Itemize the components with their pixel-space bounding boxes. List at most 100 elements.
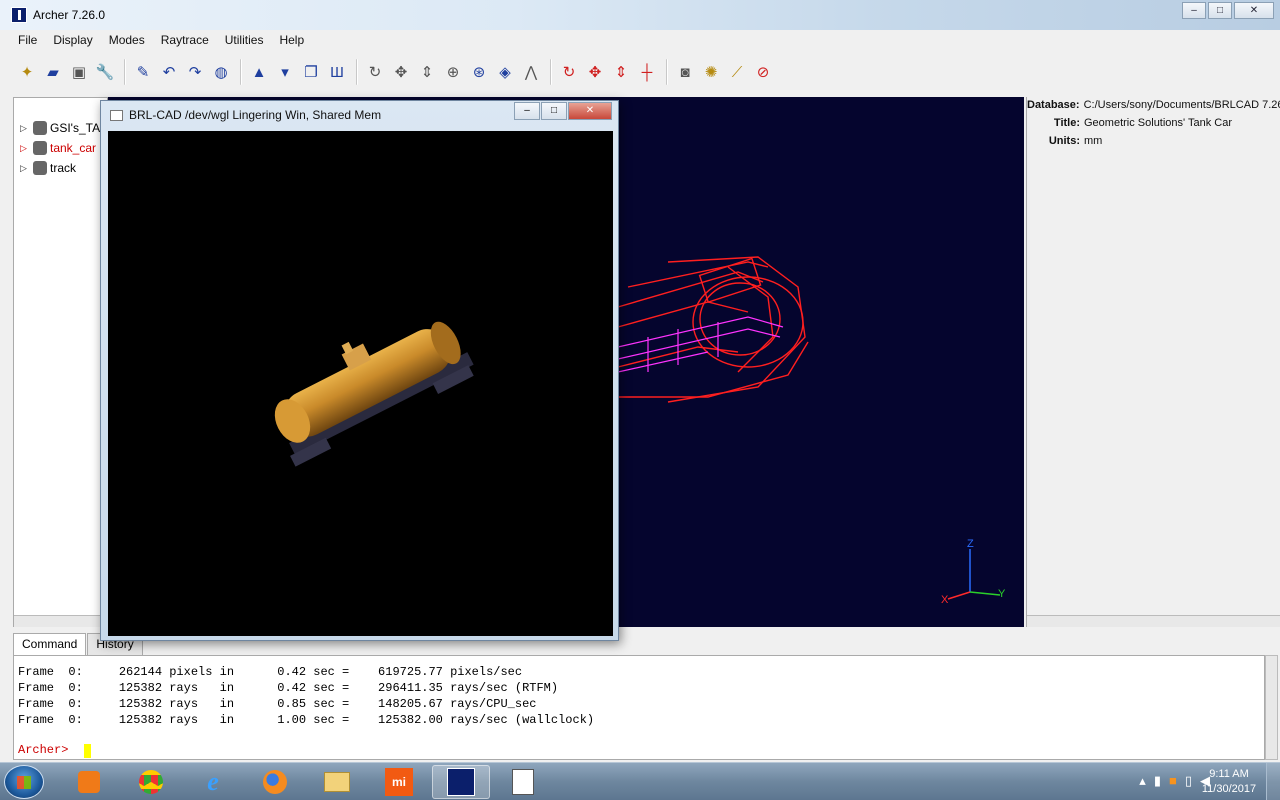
menu-utilities[interactable]: Utilities: [217, 33, 272, 47]
taskbar-clock[interactable]: 9:11 AM 11/30/2017: [1198, 767, 1260, 797]
red-scale-icon[interactable]: ⇕: [609, 60, 633, 84]
compass-icon[interactable]: ⋀: [519, 60, 543, 84]
minimize-button[interactable]: –: [1182, 2, 1206, 19]
console-line: Frame 0: 125382 rays in 0.85 sec = 14820…: [18, 697, 537, 711]
command-console[interactable]: Frame 0: 262144 pixels in 0.42 sec = 619…: [13, 655, 1265, 760]
tree-item-label: track: [50, 161, 77, 175]
window-title: Archer 7.26.0: [33, 8, 106, 22]
clock-date: 11/30/2017: [1201, 783, 1257, 795]
show-desktop-button[interactable]: [1266, 763, 1280, 800]
start-button[interactable]: [4, 765, 44, 799]
tree-horizontal-scrollbar[interactable]: [14, 615, 109, 627]
edit-pencil-icon[interactable]: ✎: [131, 60, 155, 84]
broom-icon[interactable]: ⟋: [725, 60, 749, 84]
save-icon[interactable]: ▣: [67, 60, 91, 84]
toolbar: ✦ ▰ ▣ 🔧 ✎ ↶ ↷ ◍ ▲ ▾ ❐ Ш ↻ ✥ ⇕ ⊕ ⊛ ◈ ⋀ ↻ …: [10, 54, 1280, 90]
cube-icon[interactable]: ◈: [493, 60, 517, 84]
file-explorer-icon[interactable]: [308, 765, 366, 799]
console-vertical-scrollbar[interactable]: [1265, 655, 1278, 760]
clock-time: 9:11 AM: [1209, 768, 1249, 780]
globe-grid-icon[interactable]: ⊛: [467, 60, 491, 84]
no-entry-icon[interactable]: ⊘: [751, 60, 775, 84]
layers-icon[interactable]: ❐: [299, 60, 323, 84]
open-folder-icon[interactable]: ▰: [41, 60, 65, 84]
prop-title-label: Title:: [1053, 117, 1080, 129]
archer-app-icon: [11, 7, 27, 23]
tree-item-tank-car[interactable]: ▷ tank_car: [20, 139, 96, 157]
dropdown-arrow-icon[interactable]: ▾: [273, 60, 297, 84]
show-hidden-icons-icon[interactable]: ▴: [1139, 773, 1146, 789]
expand-arrow-icon[interactable]: ▷: [20, 143, 30, 154]
raytrace-window[interactable]: BRL-CAD /dev/wgl Lingering Win, Shared M…: [100, 100, 619, 641]
prop-database-label: Database:: [1027, 99, 1080, 111]
title-bar[interactable]: Archer 7.26.0 – □ ✕: [0, 0, 1280, 30]
properties-horizontal-scrollbar[interactable]: [1027, 615, 1280, 627]
internet-explorer-icon[interactable]: e: [184, 765, 242, 799]
network-icon[interactable]: ▮: [1154, 773, 1161, 789]
redo-shapes-icon[interactable]: ↷: [183, 60, 207, 84]
media-player-icon[interactable]: [60, 765, 118, 799]
archer-taskbar-icon[interactable]: [432, 765, 490, 799]
red-rotate-icon[interactable]: ↻: [557, 60, 581, 84]
document-icon[interactable]: [494, 765, 552, 799]
expand-arrow-icon[interactable]: ▷: [20, 123, 30, 134]
command-prompt: Archer>: [18, 743, 76, 757]
taskbar: e mi ▴ ▮ ■ ▯ ◀ 9:11 AM 11/30/2017: [0, 762, 1280, 800]
raytrace-settings-icon[interactable]: ✺: [699, 60, 723, 84]
combination-icon: [33, 121, 47, 135]
menu-file[interactable]: File: [10, 33, 45, 47]
close-button[interactable]: ✕: [1234, 2, 1274, 19]
menu-bar: File Display Modes Raytrace Utilities He…: [10, 30, 1280, 50]
raytrace-close-button[interactable]: ✕: [568, 102, 612, 120]
chrome-icon[interactable]: [122, 765, 180, 799]
expand-arrow-icon[interactable]: ▷: [20, 163, 30, 174]
prop-title-value: Geometric Solutions' Tank Car: [1084, 117, 1233, 129]
menu-raytrace[interactable]: Raytrace: [153, 33, 217, 47]
tree-item-gsis-tank[interactable]: ▷ GSI's_TAN: [20, 119, 109, 137]
axis-z-label: Z: [967, 538, 974, 550]
app-tray-icon[interactable]: ■: [1169, 773, 1177, 789]
mi-icon[interactable]: mi: [370, 765, 428, 799]
combination-icon: [33, 141, 47, 155]
raytrace-canvas: [108, 131, 613, 636]
window-app-icon: [110, 110, 123, 121]
rendered-tank-car: [274, 321, 474, 467]
wrench-icon[interactable]: 🔧: [93, 60, 117, 84]
undo-icon[interactable]: ↶: [157, 60, 181, 84]
red-pan-icon[interactable]: ✥: [583, 60, 607, 84]
red-center-icon[interactable]: ┼: [635, 60, 659, 84]
new-file-icon[interactable]: ✦: [15, 60, 39, 84]
sphere-grid-icon[interactable]: ◍: [209, 60, 233, 84]
crosshair-icon[interactable]: ⊕: [441, 60, 465, 84]
properties-panel: Database: C:/Users/sony/Documents/BRLCAD…: [1026, 97, 1280, 627]
power-icon[interactable]: ▯: [1185, 773, 1192, 789]
wizard-hat-icon[interactable]: ▲: [247, 60, 271, 84]
console-line: Frame 0: 125382 rays in 0.42 sec = 29641…: [18, 681, 559, 695]
menu-modes[interactable]: Modes: [101, 33, 153, 47]
toolbar-separator: [124, 59, 126, 85]
raytrace-maximize-button[interactable]: □: [541, 102, 567, 120]
toolbar-separator: [550, 59, 552, 85]
camera-icon[interactable]: ◙: [673, 60, 697, 84]
maximize-button[interactable]: □: [1208, 2, 1232, 19]
prop-title: Title: Geometric Solutions' Tank Car: [1027, 117, 1280, 133]
menu-help[interactable]: Help: [271, 33, 312, 47]
toolbar-separator: [666, 59, 668, 85]
axis-x-label: X: [941, 594, 949, 606]
combination-icon: [33, 161, 47, 175]
menu-display[interactable]: Display: [45, 33, 100, 47]
firefox-icon[interactable]: [246, 765, 304, 799]
rotate-icon[interactable]: ↻: [363, 60, 387, 84]
raytrace-minimize-button[interactable]: –: [514, 102, 540, 120]
grid-w-icon[interactable]: Ш: [325, 60, 349, 84]
text-cursor[interactable]: [84, 744, 91, 758]
tree-item-track[interactable]: ▷ track: [20, 159, 76, 177]
pan-icon[interactable]: ✥: [389, 60, 413, 84]
tree-panel: ▷ GSI's_TAN ▷ tank_car ▷ track: [13, 97, 109, 627]
zoom-icon[interactable]: ⇕: [415, 60, 439, 84]
prop-units: Units: mm: [1027, 135, 1280, 151]
prop-database: Database: C:/Users/sony/Documents/BRLCAD…: [1027, 99, 1280, 115]
console-line: Frame 0: 125382 rays in 1.00 sec = 12538…: [18, 713, 595, 727]
tab-command[interactable]: Command: [13, 633, 87, 655]
prop-units-label: Units:: [1048, 135, 1080, 147]
